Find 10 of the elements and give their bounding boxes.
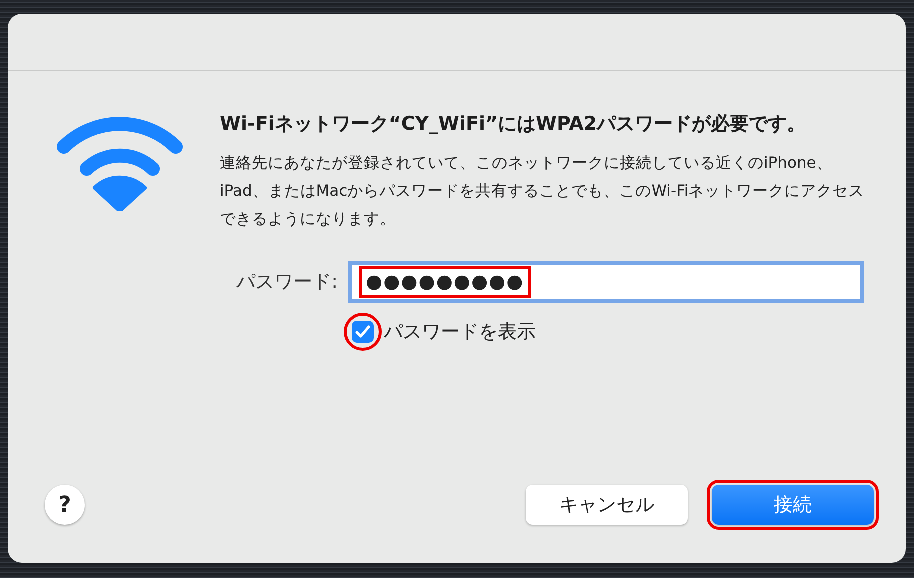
connect-button[interactable]: 接続: [712, 485, 874, 525]
show-password-label: パスワードを表示: [384, 320, 536, 345]
password-field[interactable]: ●●●●●●●●●: [348, 261, 864, 303]
dialog-title: Wi-Fiネットワーク“CY_WiFi”にはWPA2パスワードが必要です。: [220, 112, 808, 137]
show-password-checkbox[interactable]: [352, 321, 374, 343]
help-button[interactable]: ?: [45, 485, 85, 525]
cancel-button[interactable]: キャンセル: [526, 485, 688, 525]
password-value: ●●●●●●●●●: [359, 266, 532, 298]
dialog-message: 連絡先にあなたが登録されていて、このネットワークに接続している近くのiPhone、iPad、またはMacからパスワードを共有することでも、このWi-Fiネットワークにアクセスできるようになります。: [220, 153, 866, 230]
password-label: パスワード:: [236, 270, 339, 295]
